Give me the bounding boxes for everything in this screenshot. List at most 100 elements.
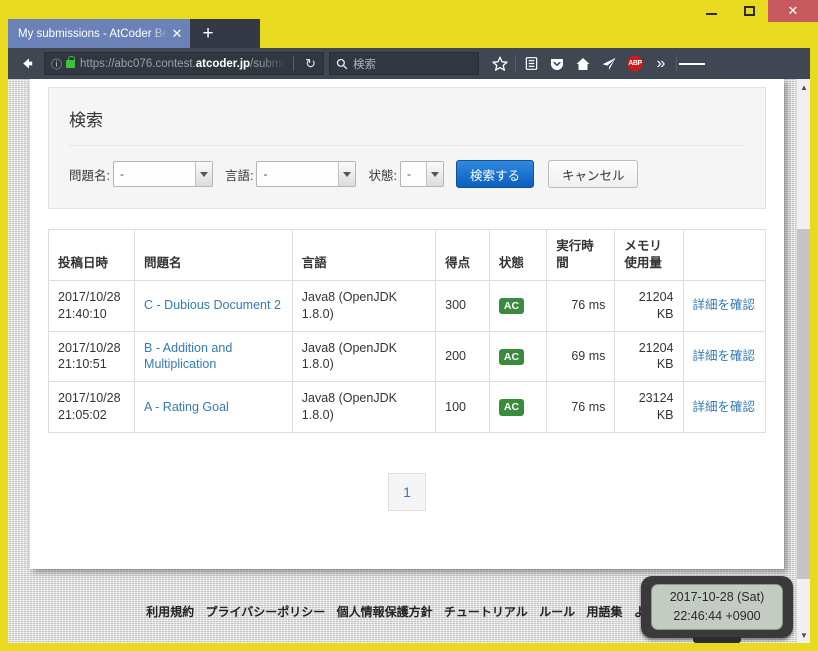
column-header-score: 得点 <box>435 229 490 281</box>
cell-score: 200 <box>435 330 490 383</box>
cell-status: AC <box>488 381 548 433</box>
cell-problem: A - Rating Goal <box>134 381 293 433</box>
problem-name-label: 問題名: <box>69 168 110 183</box>
search-icon <box>336 58 348 70</box>
status-label: 状態: <box>368 168 397 183</box>
cell-language: Java8 (OpenJDK 1.8.0) <box>291 330 437 383</box>
problem-name-value: - <box>119 167 124 181</box>
clock-widget: 2017-10-28 (Sat) 22:46:44 +0900 <box>641 576 793 638</box>
cell-detail: 詳細を確認 <box>682 330 766 383</box>
problem-link[interactable]: C - Dubious Document 2 <box>144 298 281 312</box>
footer-link-privacy[interactable]: プライバシーポリシー <box>205 605 325 619</box>
footer-link-glossary[interactable]: 用語集 <box>587 605 623 619</box>
site-info-icon[interactable]: ⓘ <box>51 56 62 72</box>
cell-memory: 21204 KB <box>614 330 684 383</box>
library-icon[interactable] <box>518 48 544 79</box>
page-scrollbar[interactable]: ▲ ▼ <box>796 79 810 643</box>
language-label: 言語: <box>224 168 254 183</box>
url-bar[interactable]: ⓘ https://abc076.contest.atcoder.jp/subm… <box>44 52 324 75</box>
tab-area: My submissions - AtCoder Be ✕ + <box>8 19 260 48</box>
footer-link-rules[interactable]: ルール <box>539 605 575 619</box>
language-value: - <box>263 167 268 181</box>
status-badge: AC <box>498 348 525 366</box>
hamburger-menu-icon[interactable] <box>679 48 706 79</box>
home-icon[interactable] <box>570 48 596 79</box>
search-controls-row: 問題名: - 言語: - 状態: - 検索する キャンセル <box>69 160 745 188</box>
browser-search-box[interactable]: 検索 <box>329 52 479 75</box>
toolbar-icons: ABP » <box>487 48 706 79</box>
table-row: 2017/10/28 21:10:51 B - Addition and Mul… <box>47 330 766 383</box>
column-header-memory: メモリ使用量 <box>614 229 684 281</box>
abp-label: ABP <box>627 56 643 71</box>
footer-link-terms[interactable]: 利用規約 <box>146 605 194 619</box>
detail-link[interactable]: 詳細を確認 <box>693 400 756 414</box>
detail-link[interactable]: 詳細を確認 <box>693 349 756 363</box>
clock-face: 2017-10-28 (Sat) 22:46:44 +0900 <box>651 584 783 630</box>
column-header-problem: 問題名 <box>134 229 293 281</box>
cell-time: 76 ms <box>546 381 616 433</box>
url-suffix: /submi <box>250 57 284 70</box>
cell-problem: C - Dubious Document 2 <box>134 279 293 332</box>
status-badge: AC <box>498 297 525 315</box>
browser-search-placeholder: 検索 <box>353 58 376 71</box>
url-divider <box>293 56 295 71</box>
chevron-down-icon[interactable] <box>338 162 356 186</box>
cell-problem: B - Addition and Multiplication <box>134 330 293 383</box>
reload-icon[interactable]: ↻ <box>300 56 321 72</box>
search-panel: 検索 問題名: - 言語: - 状態: - 検索する キャンセル <box>48 87 766 209</box>
url-text: https://abc076.contest.atcoder.jp/submi <box>80 58 287 70</box>
clock-time: 22:46:44 +0900 <box>673 609 761 623</box>
scroll-down-icon[interactable]: ▼ <box>797 627 810 643</box>
overflow-chevrons-icon[interactable]: » <box>648 48 674 79</box>
table-row: 2017/10/28 21:40:10 C - Dubious Document… <box>47 279 766 332</box>
search-submit-button[interactable]: 検索する <box>455 160 534 188</box>
adblock-plus-icon[interactable]: ABP <box>622 48 648 79</box>
chevron-down-icon[interactable] <box>425 162 443 186</box>
status-select[interactable]: - <box>399 161 444 187</box>
problem-link[interactable]: A - Rating Goal <box>144 400 229 414</box>
chevron-down-icon[interactable] <box>194 162 212 186</box>
back-icon[interactable] <box>12 48 42 79</box>
table-header-row: 投稿日時 問題名 言語 得点 状態 実行時間 メモリ使用量 <box>47 229 766 281</box>
submissions-table-wrapper: 投稿日時 問題名 言語 得点 状態 実行時間 メモリ使用量 2017/10/28… <box>47 229 766 433</box>
cell-status: AC <box>488 279 548 332</box>
status-value: - <box>406 167 411 181</box>
footer-link-tutorial[interactable]: チュートリアル <box>444 605 528 619</box>
scroll-up-icon[interactable]: ▲ <box>797 79 810 95</box>
clock-date: 2017-10-28 (Sat) <box>669 589 765 604</box>
page-button-1[interactable]: 1 <box>388 473 426 511</box>
column-header-time: 実行時間 <box>546 229 616 281</box>
problem-name-select[interactable]: - <box>112 161 213 187</box>
footer-link-personal-info[interactable]: 個人情報保護方針 <box>337 605 433 619</box>
problem-link[interactable]: B - Addition and Multiplication <box>144 341 232 372</box>
pagination: 1 <box>30 473 784 511</box>
table-row: 2017/10/28 21:05:02 A - Rating Goal Java… <box>47 381 766 433</box>
scrollbar-thumb[interactable] <box>797 229 810 579</box>
url-prefix: https://abc076.contest. <box>80 57 196 70</box>
search-cancel-button[interactable]: キャンセル <box>547 160 639 188</box>
tab-my-submissions[interactable]: My submissions - AtCoder Be ✕ <box>8 19 190 48</box>
cell-datetime: 2017/10/28 21:40:10 <box>47 279 136 332</box>
submissions-table: 投稿日時 問題名 言語 得点 状態 実行時間 メモリ使用量 2017/10/28… <box>47 229 766 433</box>
column-header-datetime: 投稿日時 <box>47 229 136 281</box>
browser-window: ✕ My submissions - AtCoder Be ✕ + ⓘ http… <box>0 0 818 651</box>
bookmark-star-icon[interactable] <box>487 48 513 79</box>
new-tab-button[interactable]: + <box>190 19 226 48</box>
cell-time: 69 ms <box>546 330 616 383</box>
page-viewport: 検索 問題名: - 言語: - 状態: - 検索する キャンセル 投稿日時 問題… <box>8 79 810 643</box>
lock-icon <box>66 55 75 68</box>
toolbar-divider <box>515 54 516 73</box>
send-icon[interactable] <box>596 48 622 79</box>
detail-link[interactable]: 詳細を確認 <box>693 298 756 312</box>
cell-detail: 詳細を確認 <box>682 279 766 332</box>
cell-score: 300 <box>435 279 490 332</box>
navigation-toolbar: ⓘ https://abc076.contest.atcoder.jp/subm… <box>8 48 810 79</box>
pocket-icon[interactable] <box>544 48 570 79</box>
tab-close-icon[interactable]: ✕ <box>168 19 186 48</box>
cell-datetime: 2017/10/28 21:10:51 <box>47 330 136 383</box>
tab-strip: My submissions - AtCoder Be ✕ + <box>0 19 818 48</box>
toolbar-divider-2 <box>676 54 677 73</box>
cell-datetime: 2017/10/28 21:05:02 <box>47 381 136 433</box>
status-badge: AC <box>498 399 525 416</box>
language-select[interactable]: - <box>256 161 357 187</box>
